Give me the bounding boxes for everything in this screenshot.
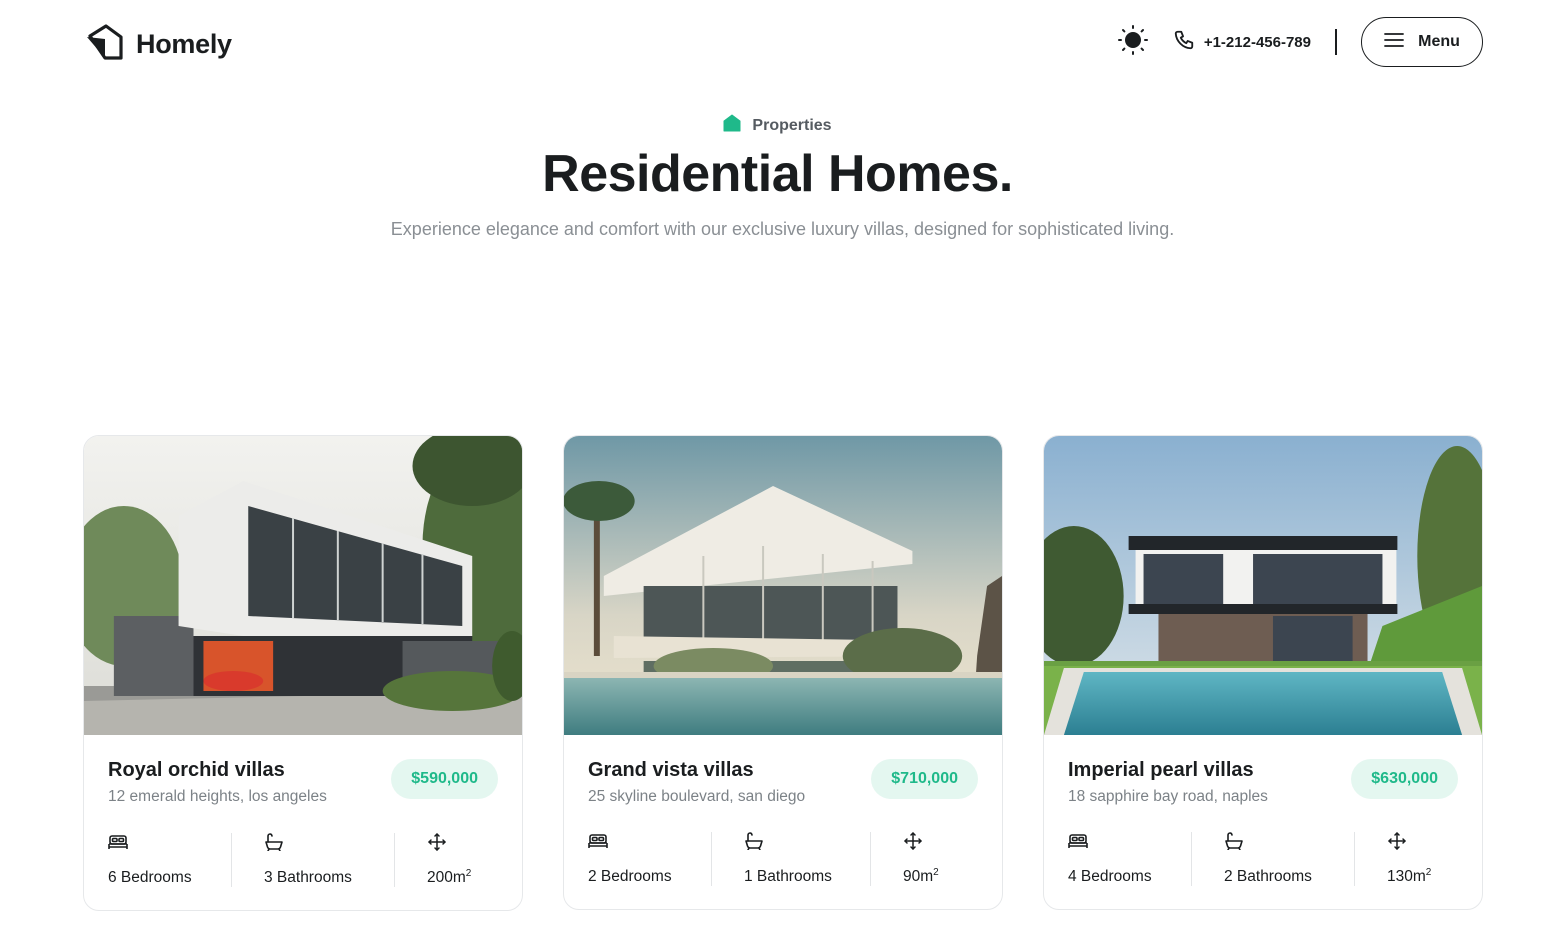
stat-bathrooms: 2 Bathrooms (1192, 832, 1354, 886)
page-title: Residential Homes. (542, 145, 1013, 203)
price-badge: $710,000 (871, 759, 978, 799)
bedrooms-label: 6 Bedrooms (108, 869, 192, 886)
bedrooms-label: 4 Bedrooms (1068, 868, 1152, 885)
property-info: Imperial pearl villas 18 sapphire bay ro… (1044, 735, 1482, 806)
section-tag-label: Properties (752, 116, 832, 134)
home-icon (723, 114, 741, 137)
page-subtitle: Experience elegance and comfort with our… (390, 219, 1175, 239)
move-arrows-icon (427, 833, 447, 851)
sun-icon (1117, 24, 1148, 60)
bedrooms-label: 2 Bedrooms (588, 868, 672, 885)
bed-icon (108, 833, 128, 851)
stat-bedrooms: 6 Bedrooms (108, 833, 231, 887)
menu-label: Menu (1418, 33, 1460, 50)
bathtub-icon (264, 833, 284, 852)
property-card[interactable]: Imperial pearl villas 18 sapphire bay ro… (1043, 435, 1483, 910)
bathrooms-label: 1 Bathrooms (744, 868, 832, 885)
header-actions: +1-212-456-789 Menu (1117, 17, 1483, 67)
bed-icon (588, 832, 608, 850)
section-tag: Properties (0, 114, 1555, 137)
house-logo-icon (84, 22, 124, 67)
bathtub-icon (744, 832, 764, 851)
stat-area: 130m2 (1355, 832, 1431, 886)
theme-toggle-button[interactable] (1117, 24, 1149, 60)
header-divider (1335, 29, 1337, 55)
property-card[interactable]: Royal orchid villas 12 emerald heights, … (83, 435, 523, 911)
property-image[interactable] (564, 436, 1002, 735)
stat-bathrooms: 3 Bathrooms (232, 833, 394, 887)
stat-bedrooms: 2 Bedrooms (588, 832, 711, 886)
property-stats: 6 Bedrooms 3 Bathrooms 200m2 (108, 833, 498, 887)
price-badge: $630,000 (1351, 759, 1458, 799)
bathrooms-label: 3 Bathrooms (264, 869, 352, 886)
stat-bathrooms: 1 Bathrooms (712, 832, 870, 886)
phone-link[interactable]: +1-212-456-789 (1173, 29, 1311, 55)
phone-icon (1173, 29, 1195, 55)
area-label: 130m2 (1387, 866, 1432, 885)
price-badge: $590,000 (391, 759, 498, 799)
move-arrows-icon (1387, 832, 1407, 850)
property-image[interactable] (84, 436, 522, 735)
property-stats: 2 Bedrooms 1 Bathrooms 90m2 (588, 832, 978, 886)
logo[interactable]: Homely (84, 22, 232, 67)
stat-bedrooms: 4 Bedrooms (1068, 832, 1191, 886)
move-arrows-icon (903, 832, 923, 850)
site-header: Homely +1-212-456-789 Menu (0, 0, 1555, 84)
area-label: 90m2 (903, 866, 939, 885)
bed-icon (1068, 832, 1088, 850)
bathrooms-label: 2 Bathrooms (1224, 868, 1312, 885)
property-card[interactable]: Grand vista villas 25 skyline boulevard,… (563, 435, 1003, 910)
stat-area: 200m2 (395, 833, 471, 887)
property-image[interactable] (1044, 436, 1482, 735)
area-label: 200m2 (427, 867, 472, 886)
menu-button[interactable]: Menu (1361, 17, 1483, 67)
bathtub-icon (1224, 832, 1244, 851)
property-info: Grand vista villas 25 skyline boulevard,… (564, 735, 1002, 806)
phone-number: +1-212-456-789 (1203, 33, 1311, 51)
stat-area: 90m2 (871, 832, 939, 886)
hamburger-icon (1384, 32, 1405, 53)
property-info: Royal orchid villas 12 emerald heights, … (84, 735, 522, 806)
logo-text: Homely (136, 29, 232, 59)
property-stats: 4 Bedrooms 2 Bathrooms 130m2 (1068, 832, 1458, 886)
